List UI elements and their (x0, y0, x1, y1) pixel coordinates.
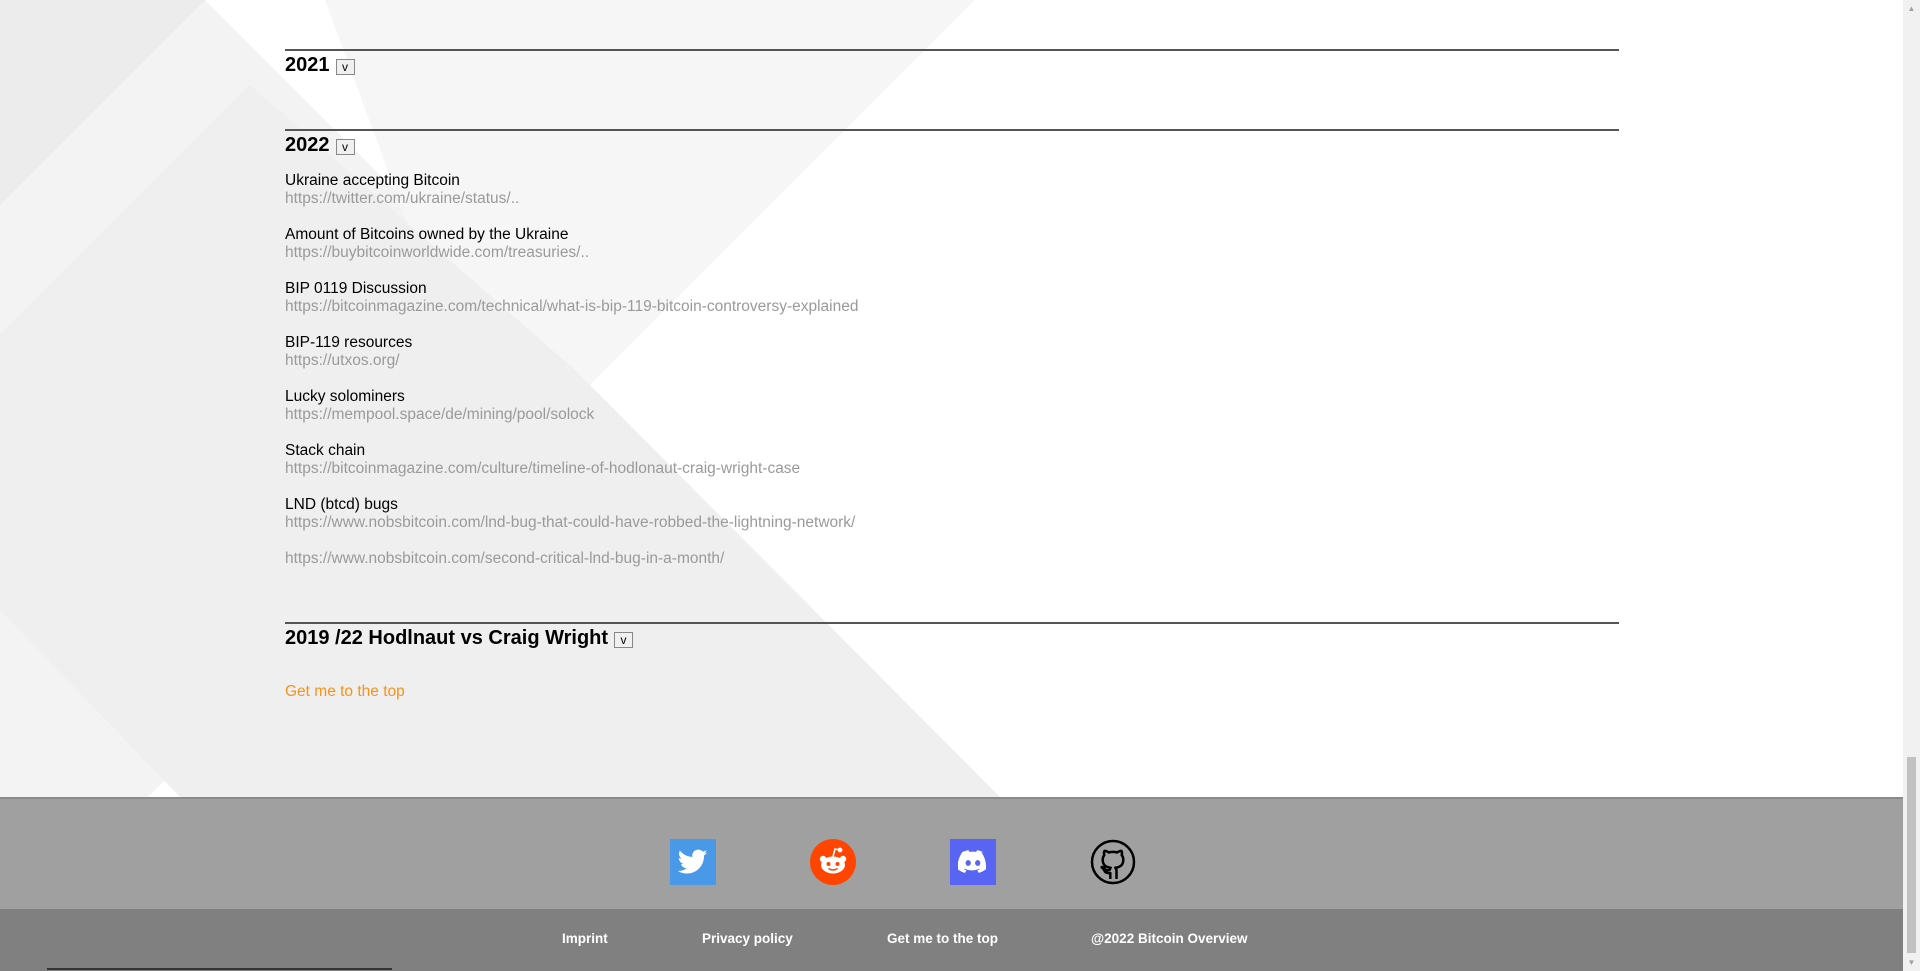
section-2021: 2021 v (285, 49, 1619, 78)
entry-link[interactable]: https://bitcoinmagazine.com/technical/wh… (285, 298, 1619, 316)
github-link[interactable] (1090, 839, 1136, 885)
footer-back-to-top-link[interactable]: Get me to the top (887, 931, 998, 946)
github-icon (1090, 839, 1136, 885)
copyright-text: @2022 Bitcoin Overview (1091, 931, 1248, 946)
list-item: BIP-119 resources https://utxos.org/ (285, 334, 1619, 370)
entry-title: Stack chain (285, 442, 366, 459)
list-item: Stack chain https://bitcoinmagazine.com/… (285, 442, 1619, 478)
footer-links-bar: Imprint Privacy policy Get me to the top… (0, 909, 1903, 971)
section-2022: 2022 v Ukraine accepting Bitcoin https:/… (285, 129, 1619, 586)
discord-icon (958, 850, 987, 873)
section-divider (285, 622, 1619, 624)
list-item: Amount of Bitcoins owned by the Ukraine … (285, 226, 1619, 262)
entry-link-secondary[interactable]: https://www.nobsbitcoin.com/second-criti… (285, 550, 1619, 568)
reddit-link[interactable] (810, 839, 856, 885)
twitter-link[interactable] (670, 839, 716, 885)
entry-title: Ukraine accepting Bitcoin (285, 172, 460, 189)
footer-social-bar (0, 797, 1903, 909)
section-hodlnaut: 2019 /22 Hodlnaut vs Craig Wright v (285, 622, 1619, 651)
section-divider (285, 129, 1619, 131)
entry-link[interactable]: https://twitter.com/ukraine/status/.. (285, 190, 1619, 208)
section-title-2022: 2022 (285, 134, 330, 156)
list-item: Ukraine accepting Bitcoin https://twitte… (285, 172, 1619, 208)
twitter-icon (678, 849, 708, 874)
entries-list: Ukraine accepting Bitcoin https://twitte… (285, 172, 1619, 568)
expand-toggle-2022[interactable]: v (335, 139, 355, 155)
vertical-scrollbar[interactable]: ▲ ▼ (1903, 0, 1920, 971)
section-divider (285, 49, 1619, 51)
scroll-up-arrow-icon[interactable]: ▲ (1903, 0, 1920, 17)
imprint-link[interactable]: Imprint (562, 931, 608, 946)
scroll-down-arrow-icon[interactable]: ▼ (1903, 954, 1920, 971)
reddit-icon (810, 839, 856, 885)
section-header: 2021 v (285, 52, 1619, 78)
page: 2021 v 2022 v Ukraine accepting Bitcoin … (0, 0, 1903, 971)
entry-title: LND (btcd) bugs (285, 496, 398, 513)
list-item: Lucky solominers https://mempool.space/d… (285, 388, 1619, 424)
list-item: BIP 0119 Discussion https://bitcoinmagaz… (285, 280, 1619, 316)
list-item: LND (btcd) bugs https://www.nobsbitcoin.… (285, 496, 1619, 568)
entry-title: BIP 0119 Discussion (285, 280, 427, 297)
section-title-hodlnaut: 2019 /22 Hodlnaut vs Craig Wright (285, 627, 609, 649)
scroll-thumb[interactable] (1907, 757, 1916, 953)
entry-title: Lucky solominers (285, 388, 405, 405)
expand-toggle-2021[interactable]: v (335, 59, 355, 75)
entry-link[interactable]: https://www.nobsbitcoin.com/lnd-bug-that… (285, 514, 1619, 532)
entry-title: Amount of Bitcoins owned by the Ukraine (285, 226, 569, 243)
expand-toggle-hodlnaut[interactable]: v (614, 632, 634, 648)
section-header: 2022 v (285, 132, 1619, 158)
privacy-policy-link[interactable]: Privacy policy (702, 931, 793, 946)
discord-link[interactable] (950, 839, 996, 885)
entry-title: BIP-119 resources (285, 334, 413, 351)
entry-link[interactable]: https://bitcoinmagazine.com/culture/time… (285, 460, 1619, 478)
entry-link[interactable]: https://mempool.space/de/mining/pool/sol… (285, 406, 1619, 424)
entry-link[interactable]: https://utxos.org/ (285, 352, 1619, 370)
back-to-top-link[interactable]: Get me to the top (285, 683, 405, 701)
entry-link[interactable]: https://buybitcoinworldwide.com/treasuri… (285, 244, 1619, 262)
section-header: 2019 /22 Hodlnaut vs Craig Wright v (285, 625, 1619, 651)
section-title-2021: 2021 (285, 54, 330, 76)
bottom-divider (47, 968, 392, 970)
